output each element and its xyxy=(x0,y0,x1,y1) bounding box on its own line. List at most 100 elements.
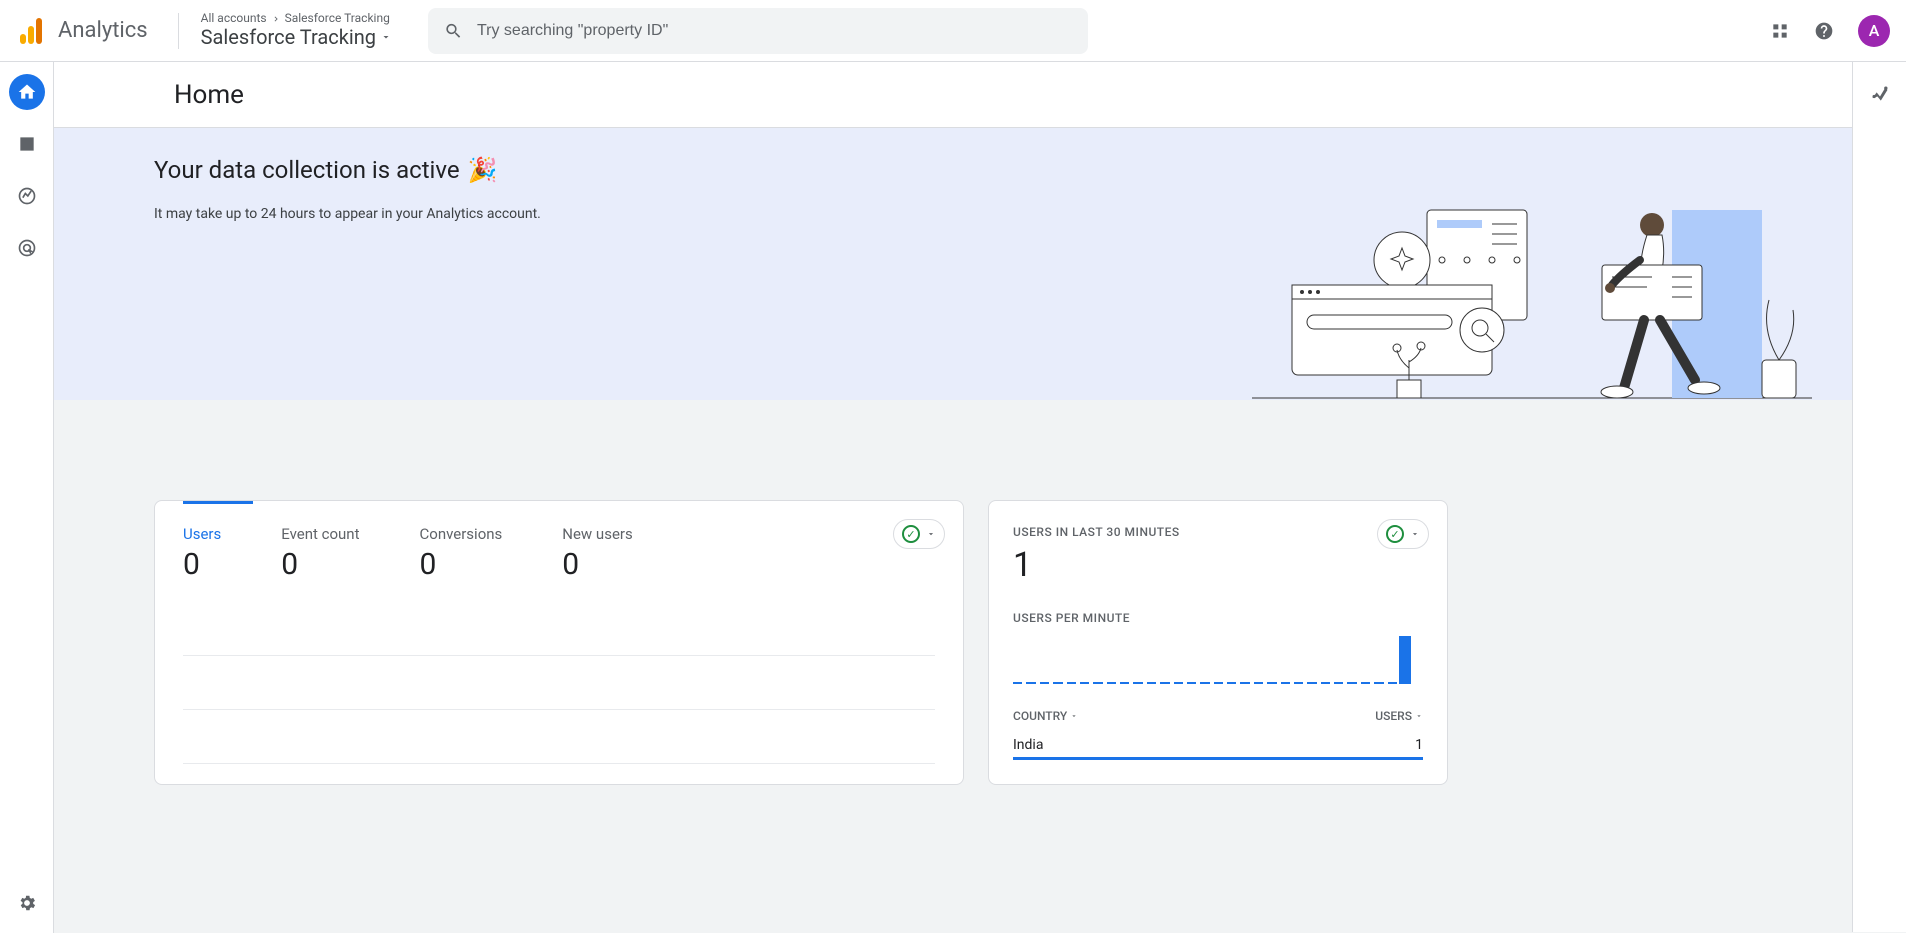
spark-bar xyxy=(1160,682,1169,684)
caret-down-icon xyxy=(1070,712,1078,720)
apps-grid-icon[interactable] xyxy=(1770,21,1790,41)
page-titlebar: Home xyxy=(54,62,1906,128)
spark-bar xyxy=(1281,682,1290,684)
users-per-minute-chart xyxy=(1013,637,1423,685)
chevron-right-icon xyxy=(271,14,281,24)
nav-home[interactable] xyxy=(9,74,45,110)
spark-bar xyxy=(1321,682,1330,684)
spark-bar xyxy=(1374,682,1383,684)
metric-label: Conversions xyxy=(420,525,503,543)
avatar-initial: A xyxy=(1869,21,1880,40)
spark-bar xyxy=(1361,682,1370,684)
chevron-down-icon xyxy=(926,529,936,539)
home-icon xyxy=(17,82,37,102)
help-icon[interactable] xyxy=(1814,21,1834,41)
realtime-col-users[interactable]: USERS xyxy=(1375,709,1423,723)
spark-bar xyxy=(1227,682,1236,684)
property-selector[interactable]: All accounts Salesforce Tracking Salesfo… xyxy=(201,12,392,49)
banner-subtitle: It may take up to 24 hours to appear in … xyxy=(154,206,541,222)
search-box[interactable] xyxy=(428,8,1088,54)
cards-row: ✓ Users0Event count0Conversions0New user… xyxy=(54,400,1852,809)
header-actions: A xyxy=(1770,15,1890,47)
caret-down-icon xyxy=(380,31,392,43)
spark-bar xyxy=(1347,682,1356,684)
spark-bar xyxy=(1013,682,1022,684)
party-popper-icon: 🎉 xyxy=(468,156,498,184)
search-input[interactable] xyxy=(477,22,1072,40)
spark-bar xyxy=(1067,682,1076,684)
metric-tabs: Users0Event count0Conversions0New users0 xyxy=(155,501,963,582)
app-header: Analytics All accounts Salesforce Tracki… xyxy=(0,0,1906,62)
realtime-col-country[interactable]: COUNTRY xyxy=(1013,709,1078,723)
caret-down-icon xyxy=(1415,712,1423,720)
main-content: Home Your data collection is active 🎉 It… xyxy=(54,62,1906,933)
search-icon xyxy=(444,21,463,41)
metric-tab-conversions[interactable]: Conversions 0 xyxy=(420,525,503,582)
spark-bar xyxy=(1294,682,1303,684)
spark-bar xyxy=(1107,682,1116,684)
spark-bar xyxy=(1399,636,1411,684)
overview-status-chip[interactable]: ✓ xyxy=(893,519,945,549)
spark-bar xyxy=(1080,682,1089,684)
realtime-row: India 1 xyxy=(1013,737,1423,753)
realtime-row-bar xyxy=(1013,757,1423,760)
metric-label: New users xyxy=(562,525,632,543)
realtime-subtitle: USERS PER MINUTE xyxy=(1013,611,1423,625)
insights-icon xyxy=(1870,84,1890,104)
metric-value: 0 xyxy=(562,547,632,582)
spark-bar xyxy=(1267,682,1276,684)
spark-bar xyxy=(1040,682,1049,684)
realtime-value: 1 xyxy=(1013,545,1423,585)
overview-chart-placeholder xyxy=(155,582,963,784)
banner-illustration xyxy=(1292,156,1852,400)
gear-icon xyxy=(17,893,37,913)
target-click-icon xyxy=(17,238,37,258)
spark-bar xyxy=(1133,682,1142,684)
metric-value: 0 xyxy=(420,547,503,582)
nav-explore[interactable] xyxy=(9,178,45,214)
breadcrumb: All accounts Salesforce Tracking xyxy=(201,12,392,26)
realtime-row-users: 1 xyxy=(1415,737,1423,753)
realtime-title: USERS IN LAST 30 MINUTES xyxy=(1013,525,1423,539)
spark-bar xyxy=(1120,682,1129,684)
check-circle-icon: ✓ xyxy=(1386,525,1404,543)
metric-tab-event-count[interactable]: Event count0 xyxy=(281,525,359,582)
left-nav xyxy=(0,62,54,933)
spark-bar xyxy=(1307,682,1316,684)
data-collection-banner: Your data collection is active 🎉 It may … xyxy=(54,128,1852,400)
analytics-logo-icon xyxy=(16,18,46,44)
nav-admin[interactable] xyxy=(9,885,45,921)
overview-card: ✓ Users0Event count0Conversions0New user… xyxy=(154,500,964,785)
metric-tab-new-users[interactable]: New users 0 xyxy=(562,525,632,582)
spark-bar xyxy=(1026,682,1035,684)
insights-panel-toggle[interactable] xyxy=(1852,62,1906,932)
spark-bar xyxy=(1174,682,1183,684)
brand-name: Analytics xyxy=(58,18,148,43)
metric-value: 0 xyxy=(281,547,359,582)
explore-icon xyxy=(17,186,37,206)
page-title: Home xyxy=(174,80,244,110)
spark-bar xyxy=(1147,682,1156,684)
spark-bar xyxy=(1240,682,1249,684)
bar-chart-icon xyxy=(17,134,37,154)
metric-label: Users xyxy=(183,525,221,543)
divider xyxy=(178,13,179,49)
spark-bar xyxy=(1214,682,1223,684)
spark-bar xyxy=(1053,682,1062,684)
nav-advertising[interactable] xyxy=(9,230,45,266)
spark-bar xyxy=(1187,682,1196,684)
property-name: Salesforce Tracking xyxy=(201,26,376,49)
metric-tab-users[interactable]: Users 0 xyxy=(183,525,221,582)
metric-value: 0 xyxy=(183,547,221,582)
check-circle-icon: ✓ xyxy=(902,525,920,543)
realtime-card: ✓ USERS IN LAST 30 MINUTES 1 USERS PER M… xyxy=(988,500,1448,785)
avatar[interactable]: A xyxy=(1858,15,1890,47)
spark-bar xyxy=(1388,682,1397,684)
realtime-row-country: India xyxy=(1013,737,1043,753)
breadcrumb-root: All accounts xyxy=(201,12,267,26)
realtime-status-chip[interactable]: ✓ xyxy=(1377,519,1429,549)
spark-bar xyxy=(1093,682,1102,684)
nav-reports[interactable] xyxy=(9,126,45,162)
spark-bar xyxy=(1334,682,1343,684)
chevron-down-icon xyxy=(1410,529,1420,539)
